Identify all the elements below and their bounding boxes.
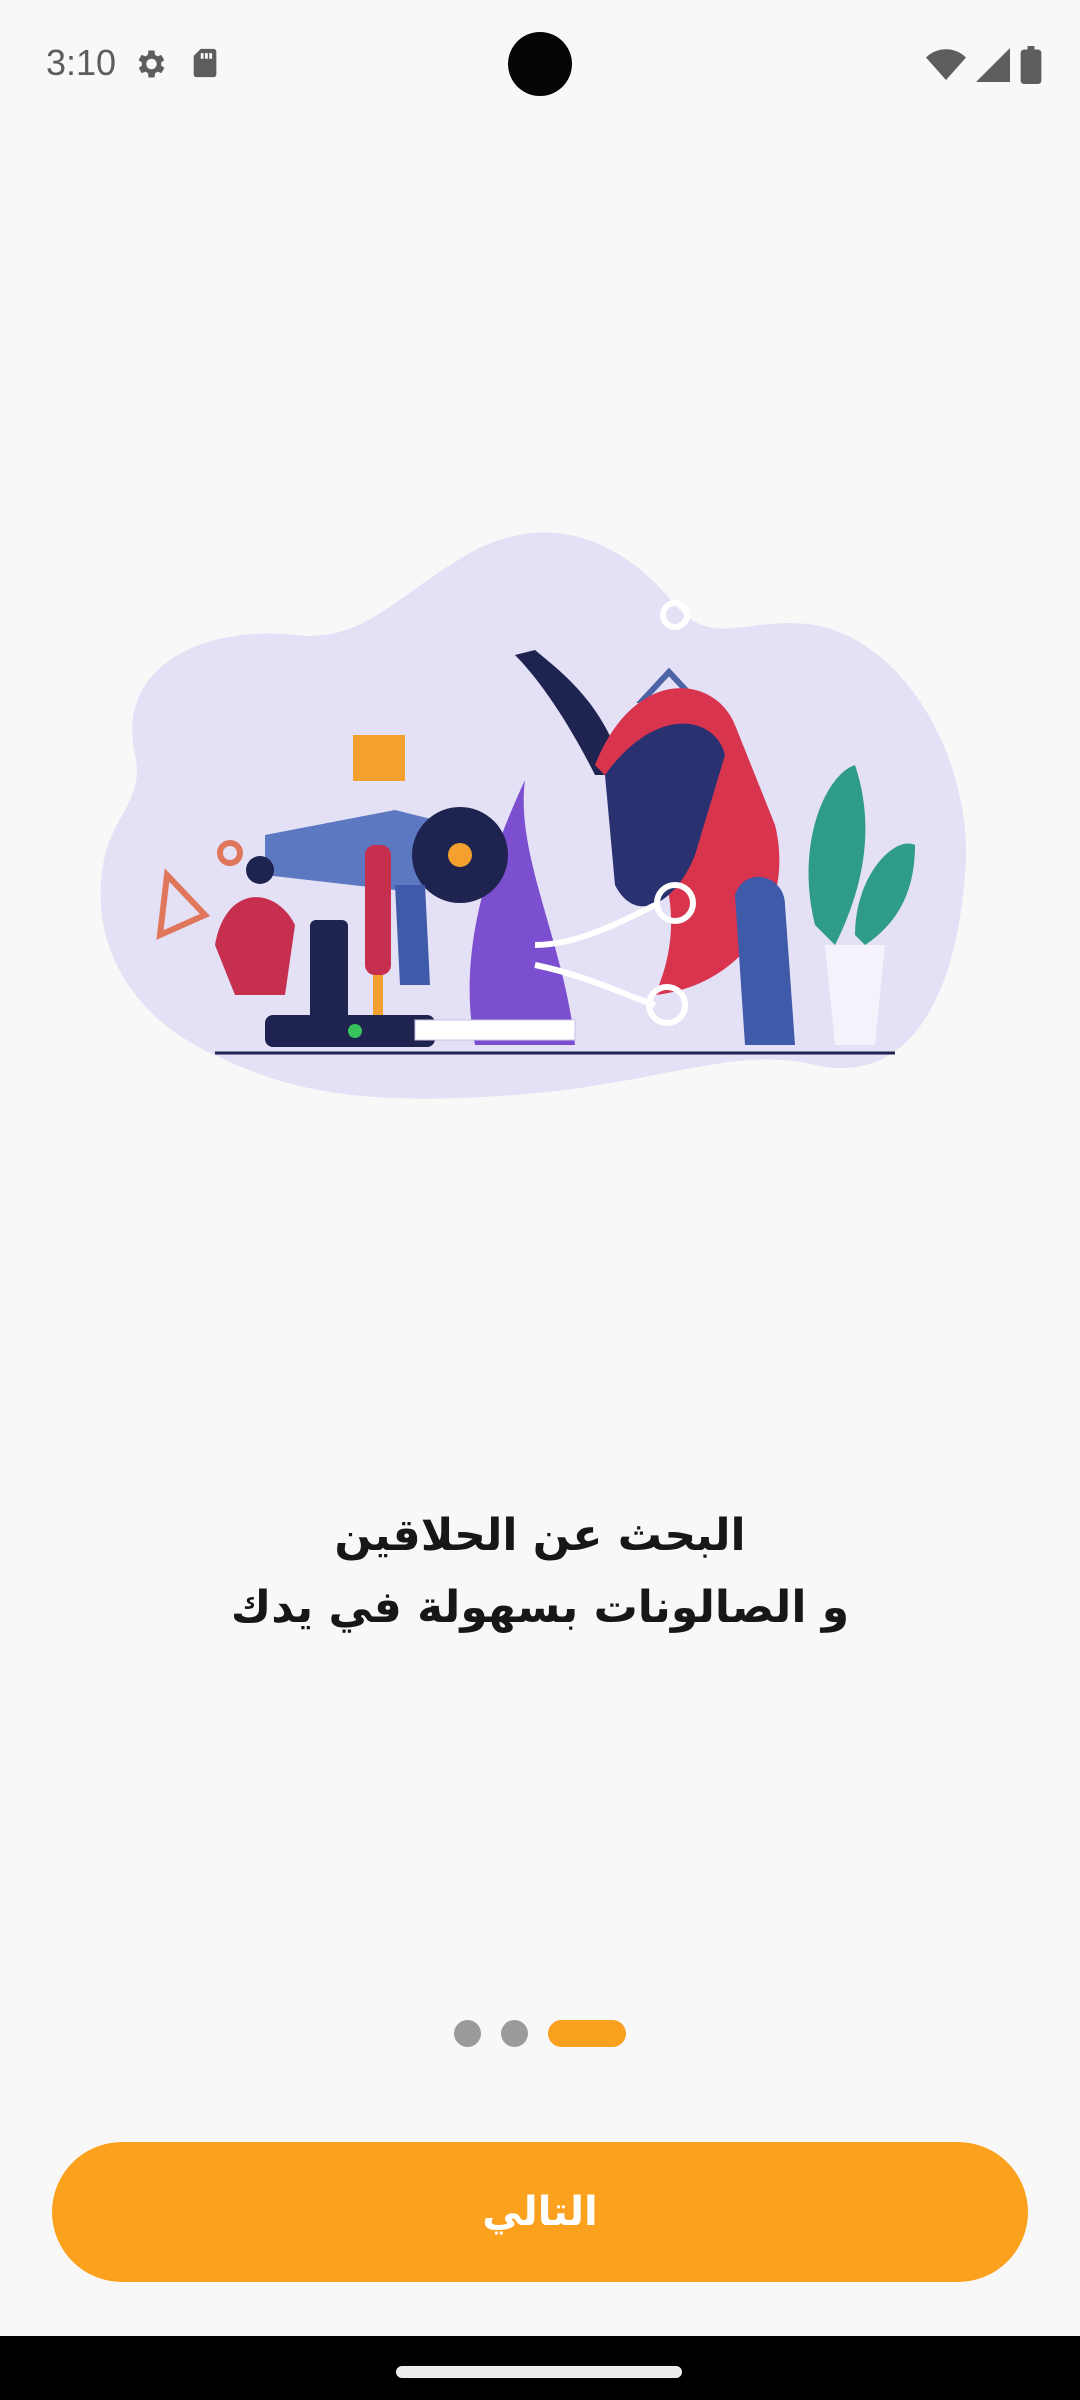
home-gesture-handle[interactable]	[396, 2366, 682, 2378]
headline-line-2: و الصالونات بسهولة في يدك	[230, 1582, 850, 1633]
status-right-icons	[926, 46, 1042, 88]
signal-icon	[976, 48, 1010, 86]
front-camera-cutout	[508, 32, 572, 96]
next-button[interactable]: التالي	[52, 2142, 1028, 2282]
status-left-icons	[132, 46, 222, 86]
status-time: 3:10	[46, 42, 117, 83]
battery-icon	[1020, 46, 1042, 88]
page-dot-active	[548, 2020, 626, 2047]
status-bar: 3:10	[0, 0, 1080, 130]
salon-tools-illustration	[95, 525, 985, 1115]
settings-icon	[132, 46, 168, 86]
wifi-icon	[926, 47, 966, 87]
page-indicator	[454, 2020, 626, 2047]
page-dot-2	[501, 2020, 528, 2047]
page-dot-1	[454, 2020, 481, 2047]
onboarding-headline: البحث عن الحلاقين و الصالونات بسهولة في …	[90, 1500, 990, 1644]
headline-line-1: البحث عن الحلاقين	[334, 1510, 746, 1561]
sd-card-icon	[188, 46, 222, 86]
